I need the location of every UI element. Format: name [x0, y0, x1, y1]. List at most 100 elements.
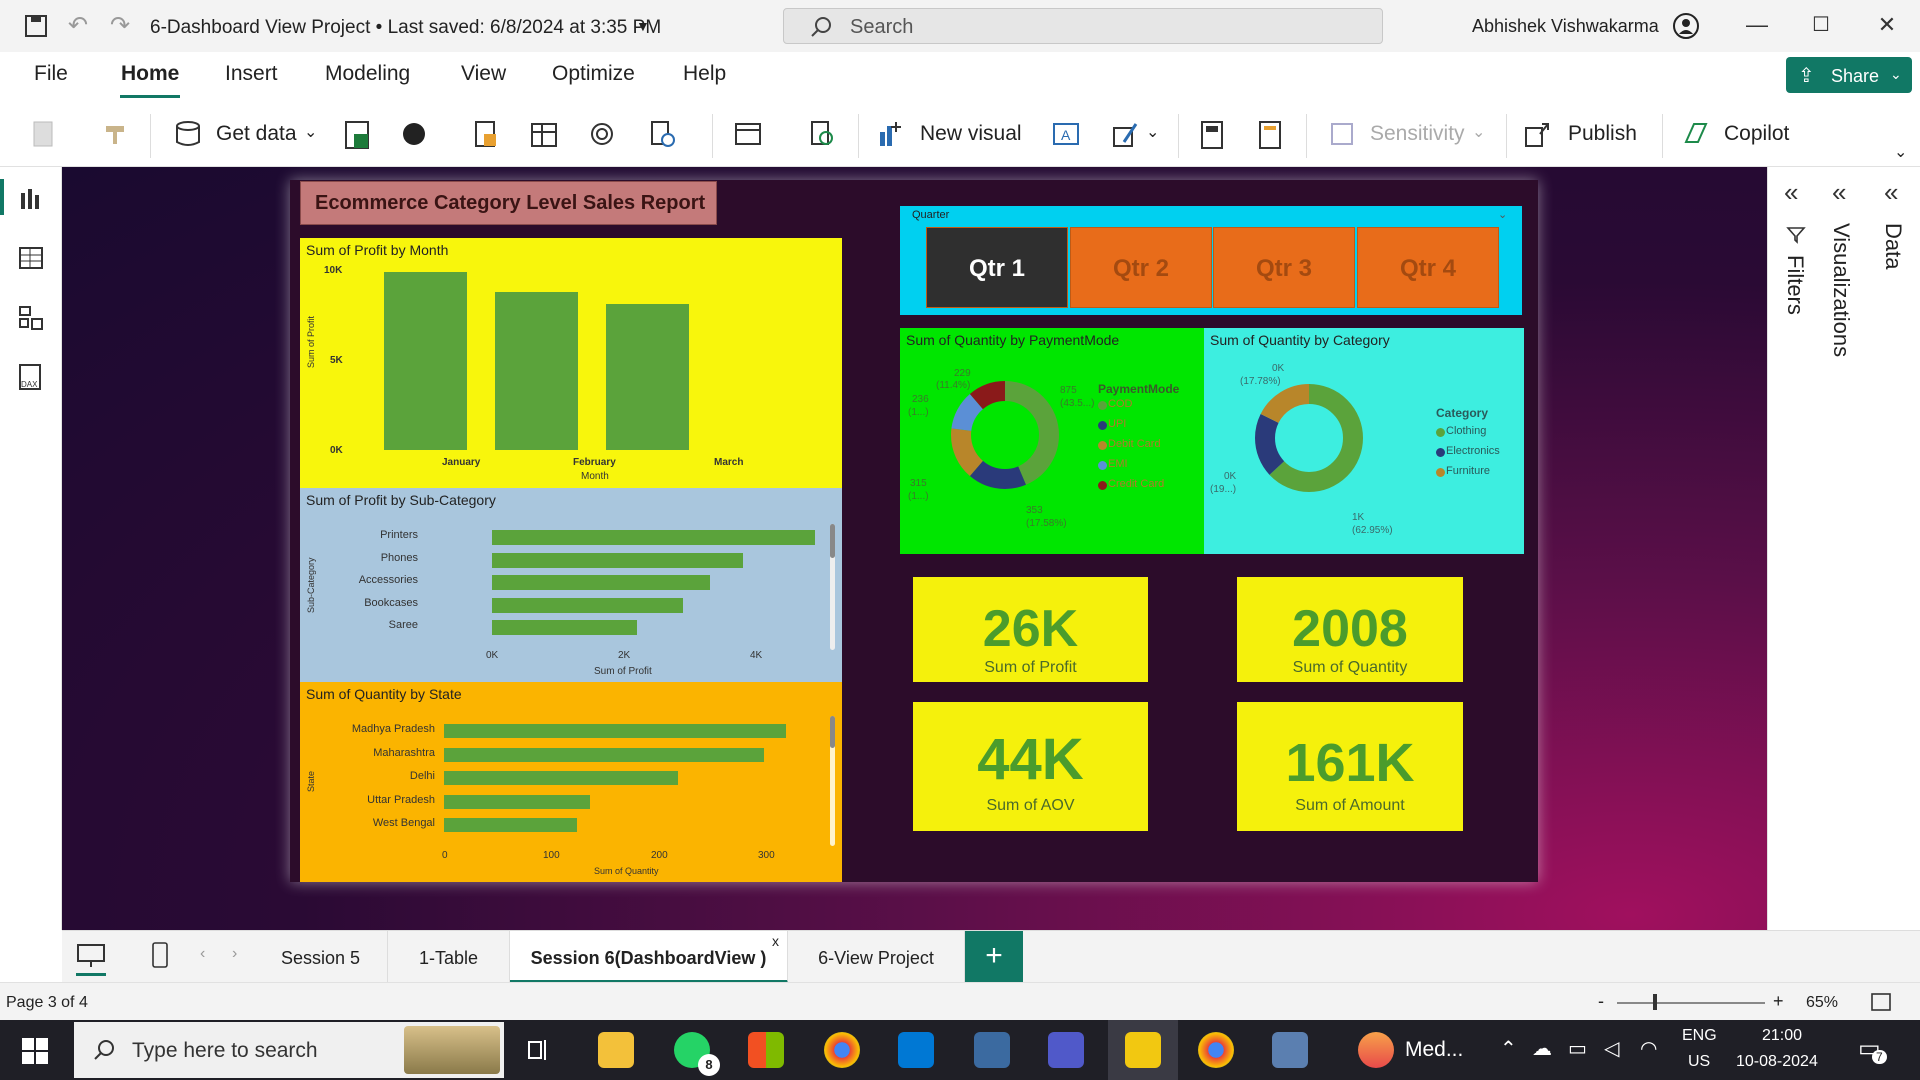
menu-help[interactable]: Help	[683, 62, 726, 86]
publish-icon[interactable]	[1522, 118, 1554, 150]
chevron-down-icon[interactable]: ⌄	[1472, 122, 1485, 142]
excel-icon[interactable]	[342, 118, 374, 150]
page-tab[interactable]: 1-Table	[388, 931, 510, 983]
legend-item[interactable]: UPI	[1108, 418, 1126, 430]
bar-maharashtra[interactable]	[444, 747, 764, 762]
chrome-profile-icon[interactable]	[1198, 1032, 1234, 1068]
running-app-label[interactable]: Med...	[1405, 1038, 1463, 1062]
kpi-card-amount[interactable]: 161K Sum of Amount	[1237, 702, 1463, 831]
remote-desktop-icon[interactable]	[1272, 1032, 1308, 1068]
quantity-by-state-chart[interactable]: Sum of Quantity by State State Madhya Pr…	[300, 682, 842, 882]
bar-phones[interactable]	[492, 552, 743, 568]
next-page-icon[interactable]: ›	[232, 945, 237, 963]
user-name[interactable]: Abhishek Vishwakarma	[1472, 16, 1659, 37]
enter-data-icon[interactable]	[528, 118, 560, 150]
wifi-icon[interactable]: ◠	[1640, 1036, 1657, 1061]
zoom-slider-thumb[interactable]	[1652, 994, 1657, 1010]
menu-view[interactable]: View	[461, 62, 506, 86]
chevron-down-icon[interactable]: ⌄	[1498, 208, 1507, 221]
kpi-card-quantity[interactable]: 2008 Sum of Quantity	[1237, 577, 1463, 682]
text-box-icon[interactable]: A	[1050, 118, 1082, 150]
format-painter-icon[interactable]	[100, 118, 132, 150]
minimize-icon[interactable]: —	[1742, 12, 1772, 42]
bar-january[interactable]	[384, 271, 467, 450]
chevron-down-icon[interactable]: ▼	[636, 18, 650, 34]
page-tab[interactable]: 6-View Project	[788, 931, 965, 983]
taskbar-search[interactable]: Type here to search	[74, 1022, 504, 1078]
publish-button[interactable]: Publish	[1568, 122, 1637, 146]
expand-filters-icon[interactable]: «	[1784, 177, 1798, 208]
report-view-icon[interactable]	[18, 185, 44, 211]
media-app-icon[interactable]	[1358, 1032, 1394, 1068]
slicer-option-qtr1[interactable]: Qtr 1	[926, 227, 1068, 308]
slicer-option-qtr3[interactable]: Qtr 3	[1213, 227, 1355, 308]
zoom-out-icon[interactable]: -	[1598, 991, 1604, 1012]
cloud-icon[interactable]: ☁	[1532, 1036, 1552, 1061]
clock-time[interactable]: 21:00	[1762, 1027, 1802, 1045]
clock-date[interactable]: 10-08-2024	[1736, 1053, 1818, 1071]
mobile-layout-icon[interactable]	[150, 941, 170, 971]
model-view-icon[interactable]	[18, 305, 44, 331]
bar-saree[interactable]	[492, 620, 638, 635]
save-icon[interactable]	[24, 14, 48, 38]
copilot-button[interactable]: Copilot	[1724, 122, 1789, 146]
chevron-down-icon[interactable]: ⌄	[1146, 122, 1159, 142]
language-label[interactable]: ENG	[1682, 1027, 1717, 1045]
quick-measure-icon[interactable]	[1254, 118, 1286, 150]
region-label[interactable]: US	[1688, 1053, 1710, 1071]
filters-pane-tab[interactable]: Filters	[1782, 255, 1808, 315]
new-visual-icon[interactable]	[874, 118, 906, 150]
page-tab[interactable]: Session 5	[254, 931, 388, 983]
chevron-down-icon[interactable]: ⌄	[304, 122, 317, 142]
new-measure-icon[interactable]	[1196, 118, 1228, 150]
legend-item[interactable]: Electronics	[1446, 445, 1500, 457]
previous-page-icon[interactable]: ‹	[200, 945, 205, 963]
legend-item[interactable]: Credit Card	[1108, 478, 1164, 490]
account-icon[interactable]	[1672, 12, 1700, 40]
legend-item[interactable]: Clothing	[1446, 425, 1486, 437]
kpi-card-aov[interactable]: 44K Sum of AOV	[913, 702, 1148, 831]
refresh-icon[interactable]	[806, 118, 838, 150]
redo-icon[interactable]: ↷	[110, 11, 130, 40]
bar-bookcases[interactable]	[492, 597, 684, 613]
add-page-button[interactable]: +	[965, 931, 1023, 983]
scrollbar-thumb[interactable]	[830, 716, 835, 748]
profit-by-subcategory-chart[interactable]: Sum of Profit by Sub-Category Sub-Catego…	[300, 488, 842, 682]
new-visual-button[interactable]: New visual	[920, 122, 1022, 146]
scrollbar[interactable]	[830, 524, 835, 650]
get-data-button[interactable]: Get data	[216, 122, 297, 146]
menu-file[interactable]: File	[34, 62, 68, 86]
legend-item[interactable]: Furniture	[1446, 465, 1490, 477]
copilot-icon[interactable]	[1680, 118, 1712, 150]
dataverse-icon[interactable]	[398, 118, 430, 150]
battery-icon[interactable]: ▭	[1568, 1036, 1587, 1061]
desktop-layout-icon[interactable]	[76, 943, 106, 969]
search-box[interactable]: Search	[783, 8, 1383, 44]
legend-item[interactable]: Debit Card	[1108, 438, 1161, 450]
legend-item[interactable]: EMI	[1108, 458, 1128, 470]
close-tab-icon[interactable]: x	[772, 933, 779, 949]
transform-data-icon[interactable]	[732, 118, 764, 150]
menu-modeling[interactable]: Modeling	[325, 62, 410, 86]
bar-february[interactable]	[495, 291, 578, 450]
expand-visualizations-icon[interactable]: «	[1832, 177, 1846, 208]
windows-start-icon[interactable]	[22, 1038, 48, 1064]
chrome-icon[interactable]	[824, 1032, 860, 1068]
zoom-level[interactable]: 65%	[1806, 994, 1838, 1012]
task-view-icon[interactable]	[525, 1036, 553, 1064]
file-explorer-icon[interactable]	[598, 1032, 634, 1068]
slicer-option-qtr2[interactable]: Qtr 2	[1070, 227, 1212, 308]
menu-insert[interactable]: Insert	[225, 62, 278, 86]
menu-home[interactable]: Home	[121, 62, 179, 86]
bar-march[interactable]	[606, 304, 689, 450]
paste-icon[interactable]	[28, 118, 60, 150]
scrollbar[interactable]	[830, 716, 835, 846]
quantity-by-payment-chart[interactable]: Sum of Quantity by PaymentMode 229 (11.4…	[900, 328, 1204, 554]
bar-delhi[interactable]	[444, 771, 679, 785]
close-icon[interactable]: ✕	[1872, 12, 1902, 42]
kpi-card-profit[interactable]: 26K Sum of Profit	[913, 577, 1148, 682]
undo-icon[interactable]: ↶	[68, 11, 88, 40]
dataflow-icon[interactable]	[586, 118, 618, 150]
teams-icon[interactable]	[1048, 1032, 1084, 1068]
data-pane-tab[interactable]: Data	[1880, 223, 1906, 269]
